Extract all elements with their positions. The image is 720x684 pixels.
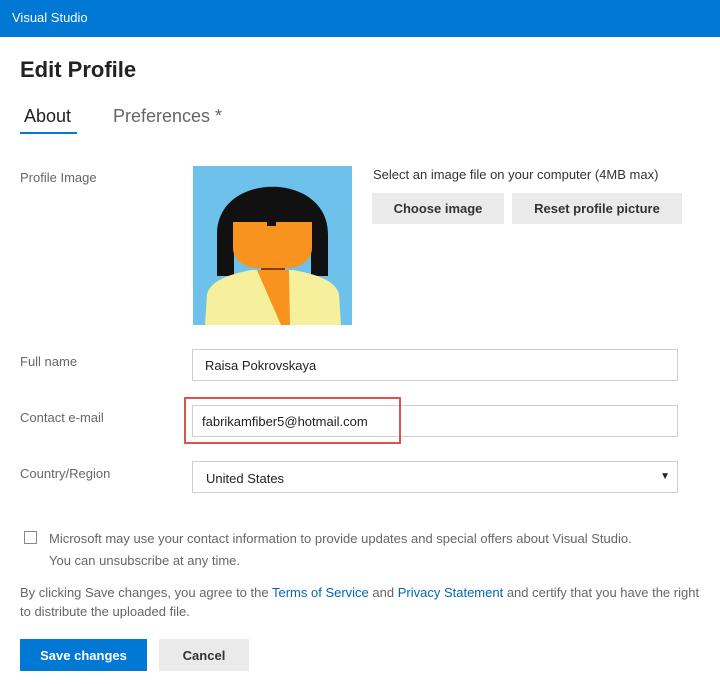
consent-line-1: Microsoft may use your contact informati… [49,531,632,546]
save-changes-button[interactable]: Save changes [20,639,147,671]
consent-checkbox[interactable] [24,531,37,544]
consent-line-2: You can unsubscribe at any time. [49,553,241,568]
active-tab-indicator [20,132,77,134]
country-region-select[interactable]: United States ▼ [192,461,678,493]
contact-email-label: Contact e-mail [20,410,104,425]
full-name-label: Full name [20,354,78,369]
page-title: Edit Profile [20,57,137,82]
country-region-value: United States [206,471,285,486]
legal-notice: By clicking Save changes, you agree to t… [20,583,710,621]
terms-of-service-link[interactable]: Terms of Service [272,585,369,600]
profile-image-hint: Select an image file on your computer (4… [373,167,659,182]
cancel-button[interactable]: Cancel [159,639,249,671]
privacy-statement-link[interactable]: Privacy Statement [398,585,504,600]
consent-text: Microsoft may use your contact informati… [49,528,699,572]
email-highlight-box [184,397,401,444]
country-region-label: Country/Region [20,466,111,481]
top-bar: Visual Studio [0,0,720,37]
choose-image-button[interactable]: Choose image [372,193,504,224]
app-title[interactable]: Visual Studio [12,10,88,25]
legal-and: and [368,585,398,600]
full-name-field[interactable] [192,349,678,381]
reset-profile-picture-button[interactable]: Reset profile picture [512,193,682,224]
avatar [193,166,352,325]
tab-about[interactable]: About [24,106,71,127]
avatar-image [193,166,352,325]
legal-prefix: By clicking Save changes, you agree to t… [20,585,272,600]
tab-preferences[interactable]: Preferences * [113,106,222,127]
dropdown-arrow-icon: ▼ [660,471,670,482]
profile-image-label: Profile Image [20,170,97,185]
